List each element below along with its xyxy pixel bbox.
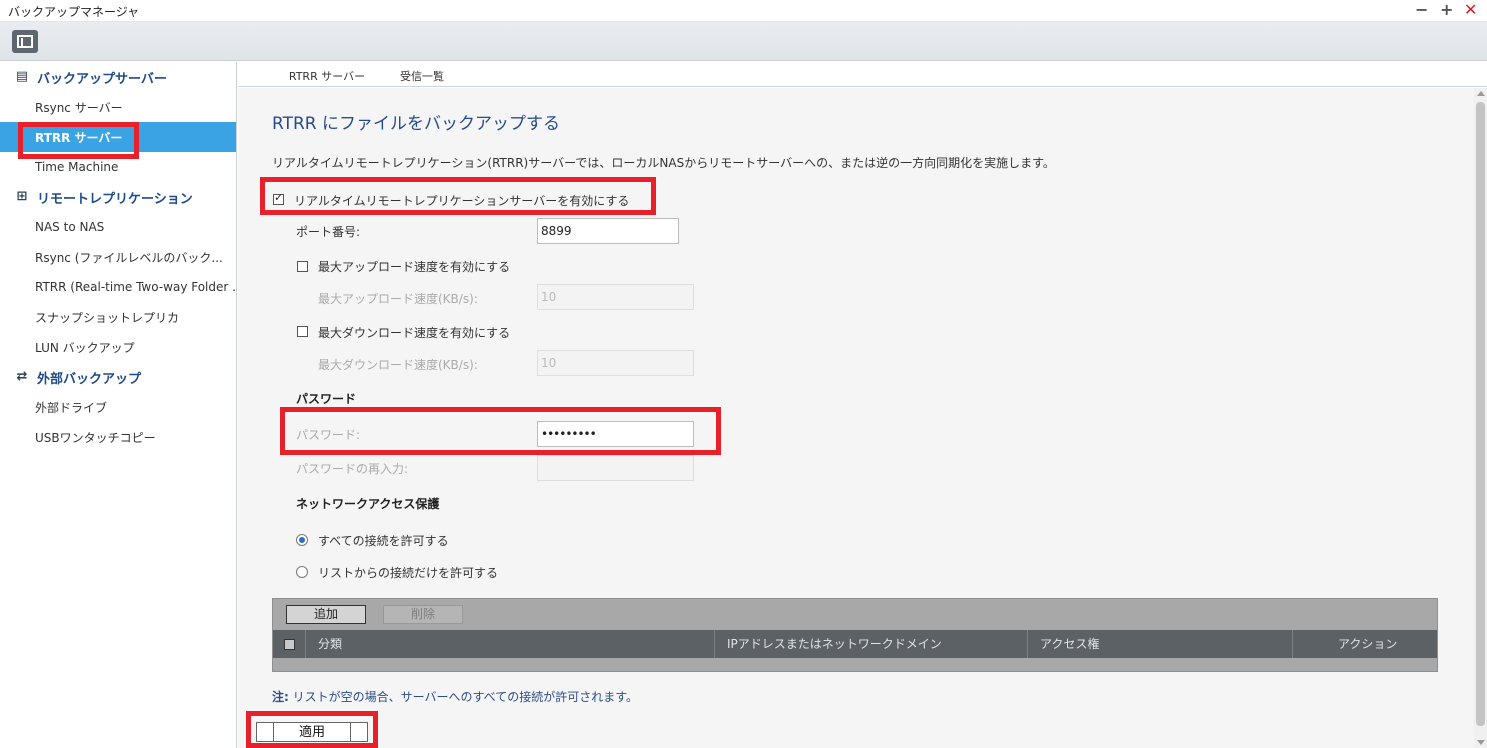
note-body: リストが空の場合、サーバーへのすべての接続が許可されます。	[288, 690, 638, 704]
column-header-ip-domain[interactable]: IPアドレスまたはネットワークドメイン	[714, 630, 1027, 658]
page-title: RTRR にファイルをバックアップする	[272, 114, 560, 134]
sync-arrows-icon: ⇄	[16, 369, 28, 384]
add-button[interactable]: 追加	[286, 605, 366, 624]
download-speed-input[interactable]: 10	[537, 350, 694, 376]
sidebar-group-label: バックアップサーバー	[37, 71, 167, 87]
allow-all-radio[interactable]	[296, 534, 308, 546]
sidebar-item-nas-to-nas[interactable]: NAS to NAS	[0, 212, 236, 242]
scroll-up-icon[interactable]	[1477, 91, 1485, 96]
download-limit-checkbox[interactable]	[297, 326, 308, 337]
sidebar-item-usb-one-touch[interactable]: USBワンタッチコピー	[0, 422, 236, 452]
tab-receive-list[interactable]: 受信一覧	[400, 68, 444, 88]
highlight-box-sidebar	[18, 122, 139, 159]
network-access-title: ネットワークアクセス保護	[296, 497, 440, 511]
vertical-scrollbar[interactable]	[1474, 88, 1487, 748]
toolbar	[0, 22, 1487, 61]
sidebar-group-backup-server[interactable]: ▤ バックアップサーバー	[0, 62, 236, 92]
tab-rtrr-server[interactable]: RTRR サーバー	[272, 68, 382, 90]
column-header-action[interactable]: アクション	[1292, 630, 1437, 658]
password-confirm-label: パスワードの再入力:	[296, 462, 409, 476]
password-section-title: パスワード	[296, 392, 357, 406]
upload-limit-label: 最大アップロード速度を有効にする	[318, 260, 511, 274]
upload-limit-checkbox[interactable]	[297, 261, 308, 272]
sidebar-item-lun-backup[interactable]: LUN バックアップ	[0, 332, 236, 362]
highlight-box-apply	[246, 711, 378, 748]
note-prefix: 注:	[272, 690, 289, 704]
window-titlebar: バックアップマネージャ − + ✕	[0, 0, 1487, 22]
page-description: リアルタイムリモートレプリケーション(RTRR)サーバーでは、ローカルNASから…	[272, 156, 1055, 170]
sidebar-group-label: リモートレプリケーション	[37, 191, 193, 207]
delete-button[interactable]: 削除	[383, 605, 463, 624]
port-label: ポート番号:	[296, 225, 361, 239]
close-icon[interactable]: ✕	[1464, 1, 1477, 19]
allow-list-radio[interactable]	[296, 566, 308, 578]
tab-bar: RTRR サーバー 受信一覧	[238, 62, 1487, 90]
sidebar: ▤ バックアップサーバー Rsync サーバー RTRR サーバー Time M…	[0, 62, 237, 748]
table-header: 分類 IPアドレスまたはネットワークドメイン アクセス権 アクション	[273, 630, 1437, 658]
scroll-down-icon[interactable]	[1477, 740, 1485, 745]
select-all-checkbox[interactable]	[284, 639, 295, 650]
password-confirm-input[interactable]	[537, 455, 694, 481]
highlight-box-password	[280, 407, 721, 455]
upload-speed-input[interactable]: 10	[537, 284, 694, 310]
sidebar-group-remote-replication[interactable]: ⊞ リモートレプリケーション	[0, 182, 236, 212]
maximize-icon[interactable]: +	[1440, 1, 1453, 19]
column-header-category[interactable]: 分類	[305, 630, 714, 658]
sidebar-item-snapshot-replica[interactable]: スナップショットレプリカ	[0, 302, 236, 332]
download-speed-label: 最大ダウンロード速度(KB/s):	[318, 358, 478, 372]
sidebar-item-rsync-server[interactable]: Rsync サーバー	[0, 92, 236, 122]
access-list-table: 追加 削除 分類 IPアドレスまたはネットワークドメイン アクセス権 アクション	[272, 598, 1438, 672]
sidebar-item-external-drive[interactable]: 外部ドライブ	[0, 392, 236, 422]
sidebar-group-external-backup[interactable]: ⇄ 外部バックアップ	[0, 362, 236, 392]
layout-panel-icon[interactable]	[12, 30, 38, 53]
upload-speed-label: 最大アップロード速度(KB/s):	[318, 292, 478, 306]
window-title: バックアップマネージャ	[8, 5, 140, 19]
download-limit-label: 最大ダウンロード速度を有効にする	[318, 326, 511, 340]
server-icon: ▤	[15, 69, 29, 84]
scroll-thumb[interactable]	[1476, 102, 1485, 726]
highlight-box-enable	[260, 177, 656, 215]
allow-all-label: すべての接続を許可する	[318, 534, 449, 548]
minimize-icon[interactable]: −	[1415, 1, 1428, 19]
sidebar-item-rsync-file-level[interactable]: Rsync (ファイルレベルのバック...	[0, 242, 236, 272]
column-header-access[interactable]: アクセス権	[1027, 630, 1292, 658]
allow-list-label: リストからの接続だけを許可する	[318, 566, 499, 580]
sidebar-item-rtrr-two-way[interactable]: RTRR (Real-time Two-way Folder ...	[0, 272, 236, 302]
replication-icon: ⊞	[16, 189, 28, 204]
sidebar-group-label: 外部バックアップ	[37, 371, 142, 387]
port-input[interactable]: 8899	[537, 218, 679, 244]
note-text: 注: リストが空の場合、サーバーへのすべての接続が許可されます。	[272, 688, 638, 705]
